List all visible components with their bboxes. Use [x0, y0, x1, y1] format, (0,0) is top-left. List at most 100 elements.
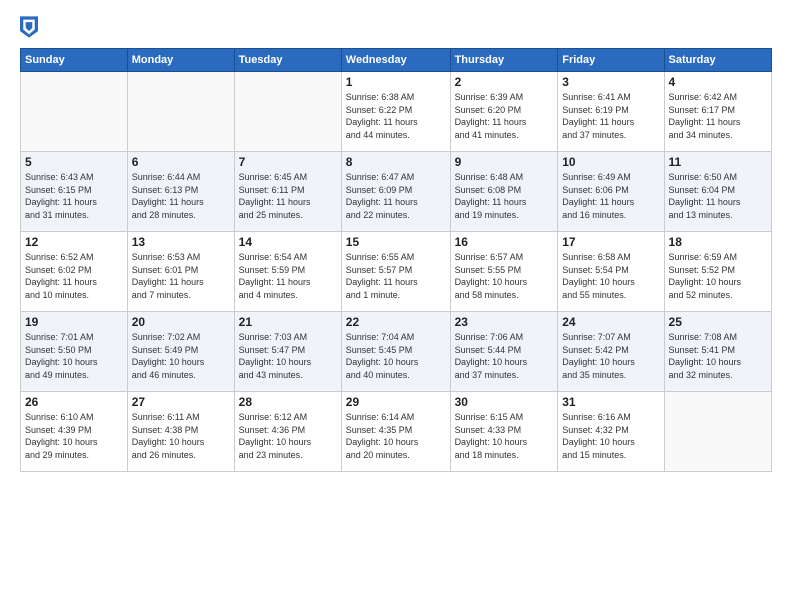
calendar-cell: 18 Sunrise: 6:59 AM Sunset: 5:52 PM Dayli… [664, 232, 771, 312]
day-number: 4 [669, 75, 767, 89]
day-number: 21 [239, 315, 337, 329]
header [20, 16, 772, 38]
calendar-cell: 29 Sunrise: 6:14 AM Sunset: 4:35 PM Dayli… [341, 392, 450, 472]
calendar-cell: 12 Sunrise: 6:52 AM Sunset: 6:02 PM Dayli… [21, 232, 128, 312]
day-number: 28 [239, 395, 337, 409]
day-number: 6 [132, 155, 230, 169]
day-number: 18 [669, 235, 767, 249]
calendar-cell: 23 Sunrise: 7:06 AM Sunset: 5:44 PM Dayli… [450, 312, 558, 392]
day-info: Sunrise: 6:11 AM Sunset: 4:38 PM Dayligh… [132, 411, 230, 461]
calendar-week-row: 5Sunrise: 6:43 AM Sunset: 6:15 PM Daylig… [21, 152, 772, 232]
day-number: 29 [346, 395, 446, 409]
day-info: Sunrise: 6:55 AM Sunset: 5:57 PM Dayligh… [346, 251, 446, 301]
day-number: 16 [455, 235, 554, 249]
calendar-cell: 1 Sunrise: 6:38 AM Sunset: 6:22 PM Daylig… [341, 72, 450, 152]
day-info: Sunrise: 6:12 AM Sunset: 4:36 PM Dayligh… [239, 411, 337, 461]
day-info: Sunrise: 6:15 AM Sunset: 4:33 PM Dayligh… [455, 411, 554, 461]
day-info: Sunrise: 6:50 AM Sunset: 6:04 PM Dayligh… [669, 171, 767, 221]
calendar-cell: 17 Sunrise: 6:58 AM Sunset: 5:54 PM Dayli… [558, 232, 664, 312]
calendar-cell: 10 Sunrise: 6:49 AM Sunset: 6:06 PM Dayli… [558, 152, 664, 232]
day-info: Sunrise: 6:38 AM Sunset: 6:22 PM Dayligh… [346, 91, 446, 141]
calendar-cell: 3Sunrise: 6:41 AM Sunset: 6:19 PM Daylig… [558, 72, 664, 152]
col-header-tuesday: Tuesday [234, 49, 341, 72]
day-number: 5 [25, 155, 123, 169]
day-info: Sunrise: 7:04 AM Sunset: 5:45 PM Dayligh… [346, 331, 446, 381]
col-header-monday: Monday [127, 49, 234, 72]
col-header-wednesday: Wednesday [341, 49, 450, 72]
calendar-cell [21, 72, 128, 152]
day-info: Sunrise: 6:41 AM Sunset: 6:19 PM Dayligh… [562, 91, 659, 141]
calendar-week-row: 1 Sunrise: 6:38 AM Sunset: 6:22 PM Daylig… [21, 72, 772, 152]
calendar-week-row: 19 Sunrise: 7:01 AM Sunset: 5:50 PM Dayli… [21, 312, 772, 392]
day-number: 12 [25, 235, 123, 249]
day-info: Sunrise: 7:07 AM Sunset: 5:42 PM Dayligh… [562, 331, 659, 381]
day-number: 22 [346, 315, 446, 329]
calendar-cell: 2 Sunrise: 6:39 AM Sunset: 6:20 PM Daylig… [450, 72, 558, 152]
col-header-saturday: Saturday [664, 49, 771, 72]
day-info: Sunrise: 7:01 AM Sunset: 5:50 PM Dayligh… [25, 331, 123, 381]
day-info: Sunrise: 6:44 AM Sunset: 6:13 PM Dayligh… [132, 171, 230, 221]
day-number: 27 [132, 395, 230, 409]
day-info: Sunrise: 7:03 AM Sunset: 5:47 PM Dayligh… [239, 331, 337, 381]
calendar-cell: 13Sunrise: 6:53 AM Sunset: 6:01 PM Dayli… [127, 232, 234, 312]
calendar-cell: 20 Sunrise: 7:02 AM Sunset: 5:49 PM Dayli… [127, 312, 234, 392]
calendar-cell [127, 72, 234, 152]
col-header-friday: Friday [558, 49, 664, 72]
day-info: Sunrise: 6:47 AM Sunset: 6:09 PM Dayligh… [346, 171, 446, 221]
day-number: 20 [132, 315, 230, 329]
calendar-cell: 4 Sunrise: 6:42 AM Sunset: 6:17 PM Daylig… [664, 72, 771, 152]
day-info: Sunrise: 7:06 AM Sunset: 5:44 PM Dayligh… [455, 331, 554, 381]
day-info: Sunrise: 7:08 AM Sunset: 5:41 PM Dayligh… [669, 331, 767, 381]
day-number: 11 [669, 155, 767, 169]
day-number: 30 [455, 395, 554, 409]
day-info: Sunrise: 6:58 AM Sunset: 5:54 PM Dayligh… [562, 251, 659, 301]
day-number: 1 [346, 75, 446, 89]
logo-icon [20, 16, 38, 38]
day-number: 19 [25, 315, 123, 329]
day-number: 26 [25, 395, 123, 409]
calendar-week-row: 26 Sunrise: 6:10 AM Sunset: 4:39 PM Dayli… [21, 392, 772, 472]
day-number: 23 [455, 315, 554, 329]
day-number: 13 [132, 235, 230, 249]
day-info: Sunrise: 6:39 AM Sunset: 6:20 PM Dayligh… [455, 91, 554, 141]
day-info: Sunrise: 6:49 AM Sunset: 6:06 PM Dayligh… [562, 171, 659, 221]
calendar-cell: 27 Sunrise: 6:11 AM Sunset: 4:38 PM Dayli… [127, 392, 234, 472]
day-info: Sunrise: 6:16 AM Sunset: 4:32 PM Dayligh… [562, 411, 659, 461]
calendar-cell: 5Sunrise: 6:43 AM Sunset: 6:15 PM Daylig… [21, 152, 128, 232]
day-number: 31 [562, 395, 659, 409]
calendar-cell: 19 Sunrise: 7:01 AM Sunset: 5:50 PM Dayli… [21, 312, 128, 392]
calendar-cell: 14Sunrise: 6:54 AM Sunset: 5:59 PM Dayli… [234, 232, 341, 312]
day-info: Sunrise: 6:10 AM Sunset: 4:39 PM Dayligh… [25, 411, 123, 461]
logo [20, 16, 42, 38]
day-number: 24 [562, 315, 659, 329]
calendar-header-row: SundayMondayTuesdayWednesdayThursdayFrid… [21, 49, 772, 72]
calendar-cell: 21 Sunrise: 7:03 AM Sunset: 5:47 PM Dayli… [234, 312, 341, 392]
day-number: 2 [455, 75, 554, 89]
day-info: Sunrise: 6:14 AM Sunset: 4:35 PM Dayligh… [346, 411, 446, 461]
day-info: Sunrise: 7:02 AM Sunset: 5:49 PM Dayligh… [132, 331, 230, 381]
day-number: 8 [346, 155, 446, 169]
day-number: 9 [455, 155, 554, 169]
calendar-cell: 28 Sunrise: 6:12 AM Sunset: 4:36 PM Dayli… [234, 392, 341, 472]
calendar-week-row: 12 Sunrise: 6:52 AM Sunset: 6:02 PM Dayli… [21, 232, 772, 312]
calendar-cell: 24 Sunrise: 7:07 AM Sunset: 5:42 PM Dayli… [558, 312, 664, 392]
day-number: 25 [669, 315, 767, 329]
day-number: 15 [346, 235, 446, 249]
calendar-cell: 25 Sunrise: 7:08 AM Sunset: 5:41 PM Dayli… [664, 312, 771, 392]
day-number: 17 [562, 235, 659, 249]
calendar-table: SundayMondayTuesdayWednesdayThursdayFrid… [20, 48, 772, 472]
day-info: Sunrise: 6:52 AM Sunset: 6:02 PM Dayligh… [25, 251, 123, 301]
calendar-cell: 9Sunrise: 6:48 AM Sunset: 6:08 PM Daylig… [450, 152, 558, 232]
calendar-cell: 26 Sunrise: 6:10 AM Sunset: 4:39 PM Dayli… [21, 392, 128, 472]
calendar-cell [664, 392, 771, 472]
day-info: Sunrise: 6:59 AM Sunset: 5:52 PM Dayligh… [669, 251, 767, 301]
day-info: Sunrise: 6:42 AM Sunset: 6:17 PM Dayligh… [669, 91, 767, 141]
calendar-page: SundayMondayTuesdayWednesdayThursdayFrid… [0, 0, 792, 612]
day-info: Sunrise: 6:45 AM Sunset: 6:11 PM Dayligh… [239, 171, 337, 221]
day-number: 10 [562, 155, 659, 169]
calendar-cell: 16 Sunrise: 6:57 AM Sunset: 5:55 PM Dayli… [450, 232, 558, 312]
day-info: Sunrise: 6:57 AM Sunset: 5:55 PM Dayligh… [455, 251, 554, 301]
col-header-thursday: Thursday [450, 49, 558, 72]
calendar-cell: 31 Sunrise: 6:16 AM Sunset: 4:32 PM Dayli… [558, 392, 664, 472]
day-info: Sunrise: 6:54 AM Sunset: 5:59 PM Dayligh… [239, 251, 337, 301]
